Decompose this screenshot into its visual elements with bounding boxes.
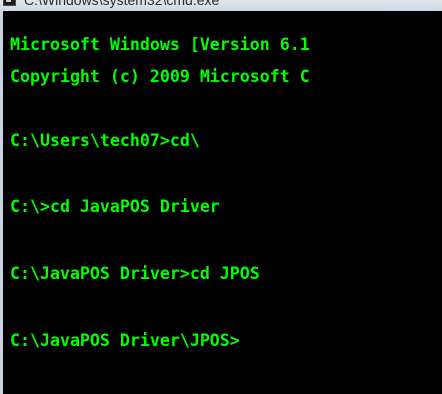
console-output[interactable]: Microsoft Windows [Version 6.1 Copyright… [0,11,442,394]
window-title: C:\Windows\system32\cmd.exe [24,0,220,8]
console-line-copyright: Copyright (c) 2009 Microsoft C [10,67,310,86]
console-line-prompt-users: C:\Users\tech07>cd\ [10,131,200,150]
title-bar[interactable]: C:\Windows\system32\cmd.exe [0,0,442,11]
cmd-window: C:\Windows\system32\cmd.exe Microsoft Wi… [0,0,442,394]
console-line-cd-javapos: C:\>cd JavaPOS Driver [10,197,220,216]
console-line-current-prompt: C:\JavaPOS Driver\JPOS> [10,331,240,350]
console-line-version: Microsoft Windows [Version 6.1 [10,35,310,54]
cmd-console-icon [3,0,16,6]
console-line-cd-jpos: C:\JavaPOS Driver>cd JPOS [10,264,260,283]
